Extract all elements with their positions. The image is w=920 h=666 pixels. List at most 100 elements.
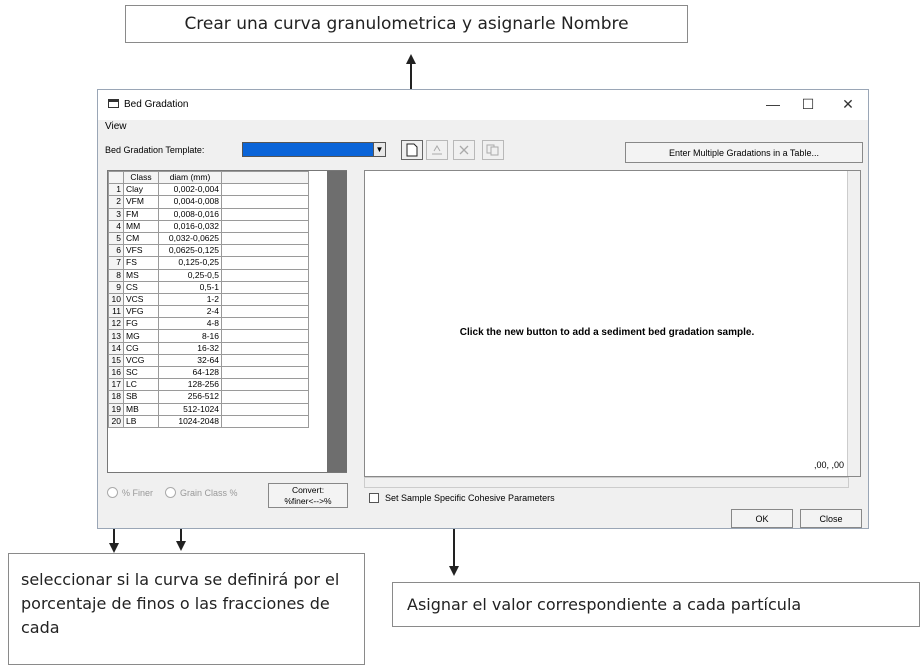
grain-class-label: Grain Class % <box>180 487 238 498</box>
pct-finer-label: % Finer <box>122 487 154 498</box>
value-cell[interactable] <box>221 244 309 258</box>
table-row: 8 MS 0,25-0,5 <box>108 268 309 282</box>
class-cell: FS <box>123 256 159 270</box>
definition-mode-options: % Finer Grain Class % <box>107 487 238 498</box>
row-number: 3 <box>108 207 124 221</box>
close-window-button[interactable]: ✕ <box>833 95 863 113</box>
bed-gradation-window: Bed Gradation — ☐ ✕ View Bed Gradation T… <box>97 89 869 529</box>
row-number: 18 <box>108 390 124 404</box>
copy-button[interactable] <box>482 140 504 160</box>
value-cell[interactable] <box>221 183 309 197</box>
diam-cell: 0,032-0,0625 <box>158 231 222 246</box>
value-cell[interactable] <box>221 414 309 428</box>
template-dropdown-icon[interactable]: ▼ <box>373 142 386 157</box>
enter-multiple-gradations-button[interactable]: Enter Multiple Gradations in a Table... <box>625 142 863 163</box>
pct-finer-radio[interactable] <box>107 487 118 498</box>
value-cell[interactable] <box>221 317 309 331</box>
value-cell[interactable] <box>221 207 309 221</box>
class-cell: SB <box>123 390 159 404</box>
class-cell: VCS <box>123 292 159 307</box>
value-cell[interactable] <box>221 256 309 270</box>
convert-button[interactable]: Convert: %finer<-->% <box>268 483 348 508</box>
class-cell: FM <box>123 207 159 221</box>
new-document-icon <box>406 143 418 157</box>
plot-vertical-scrollbar[interactable] <box>847 171 860 476</box>
delete-button[interactable] <box>453 140 475 160</box>
template-select[interactable] <box>242 142 384 157</box>
value-cell[interactable] <box>221 378 309 392</box>
grid-header-row: Class diam (mm) <box>108 171 309 185</box>
copy-icon <box>486 144 499 156</box>
plot-empty-message: Click the new button to add a sediment b… <box>459 327 755 338</box>
diam-cell: 0,5-1 <box>158 280 222 294</box>
cohesive-option: Set Sample Specific Cohesive Parameters <box>369 493 555 503</box>
value-cell[interactable] <box>221 268 309 282</box>
table-row: 7 FS 0,125-0,25 <box>108 256 309 270</box>
new-gradation-button[interactable] <box>401 140 423 160</box>
maximize-button[interactable]: ☐ <box>793 95 823 113</box>
template-label: Bed Gradation Template: <box>105 145 205 155</box>
table-row: 6 VFS 0,0625-0,125 <box>108 244 309 258</box>
ok-button[interactable]: OK <box>731 509 793 528</box>
class-cell: LB <box>123 414 159 428</box>
class-cell: SC <box>123 365 159 380</box>
menu-view[interactable]: View <box>105 121 127 132</box>
diam-cell: 0,002-0,004 <box>158 183 222 197</box>
class-cell: MS <box>123 268 159 282</box>
class-cell: MG <box>123 329 159 343</box>
diam-cell: 4-8 <box>158 317 222 331</box>
diam-cell: 128-256 <box>158 378 222 392</box>
table-row: 13 MG 8-16 <box>108 329 309 343</box>
row-number: 15 <box>108 353 124 368</box>
diam-cell: 2-4 <box>158 305 222 319</box>
table-row: 11 VFG 2-4 <box>108 305 309 319</box>
gradation-plot: Click the new button to add a sediment b… <box>364 170 861 477</box>
table-row: 17 LC 128-256 <box>108 378 309 392</box>
rename-button[interactable] <box>426 140 448 160</box>
class-cell: VFG <box>123 305 159 319</box>
cohesive-checkbox[interactable] <box>369 493 379 503</box>
value-cell[interactable] <box>221 231 309 246</box>
value-cell[interactable] <box>221 280 309 294</box>
value-cell[interactable] <box>221 341 309 355</box>
callout-select-mode-text: seleccionar si la curva se definirá por … <box>21 570 340 637</box>
value-cell[interactable] <box>221 292 309 307</box>
table-row: 18 SB 256-512 <box>108 390 309 404</box>
class-cell: CM <box>123 231 159 246</box>
close-button[interactable]: Close <box>800 509 862 528</box>
row-number: 17 <box>108 378 124 392</box>
row-number: 14 <box>108 341 124 355</box>
row-number: 8 <box>108 268 124 282</box>
row-number: 7 <box>108 256 124 270</box>
grain-class-radio[interactable] <box>165 487 177 498</box>
row-number: 2 <box>108 195 124 209</box>
minimize-button[interactable]: — <box>758 95 788 113</box>
callout-assign-values: Asignar el valor correspondiente a cada … <box>392 582 920 627</box>
row-number: 16 <box>108 365 124 380</box>
callout-select-mode: seleccionar si la curva se definirá por … <box>8 553 365 665</box>
value-cell[interactable] <box>221 353 309 368</box>
table-row: 2 VFM 0,004-0,008 <box>108 195 309 209</box>
value-cell[interactable] <box>221 402 309 416</box>
value-cell[interactable] <box>221 365 309 380</box>
diam-cell: 512-1024 <box>158 402 222 416</box>
row-number: 13 <box>108 329 124 343</box>
value-cell[interactable] <box>221 390 309 404</box>
value-cell[interactable] <box>221 305 309 319</box>
diam-cell: 1024-2048 <box>158 414 222 428</box>
diam-cell: 1-2 <box>158 292 222 307</box>
rename-icon <box>432 145 442 155</box>
plot-horizontal-scrollbar[interactable] <box>364 477 849 488</box>
convert-label-line2: %finer<-->% <box>284 496 332 506</box>
diam-cell: 0,25-0,5 <box>158 268 222 282</box>
diam-cell: 0,0625-0,125 <box>158 244 222 258</box>
class-cell: LC <box>123 378 159 392</box>
class-cell: MM <box>123 219 159 233</box>
class-cell: VFS <box>123 244 159 258</box>
table-row: 16 SC 64-128 <box>108 365 309 380</box>
plot-axis-readout: ,00, ,00 <box>813 460 844 470</box>
value-cell[interactable] <box>221 329 309 343</box>
value-cell[interactable] <box>221 219 309 233</box>
value-cell[interactable] <box>221 195 309 209</box>
diam-cell: 0,125-0,25 <box>158 256 222 270</box>
